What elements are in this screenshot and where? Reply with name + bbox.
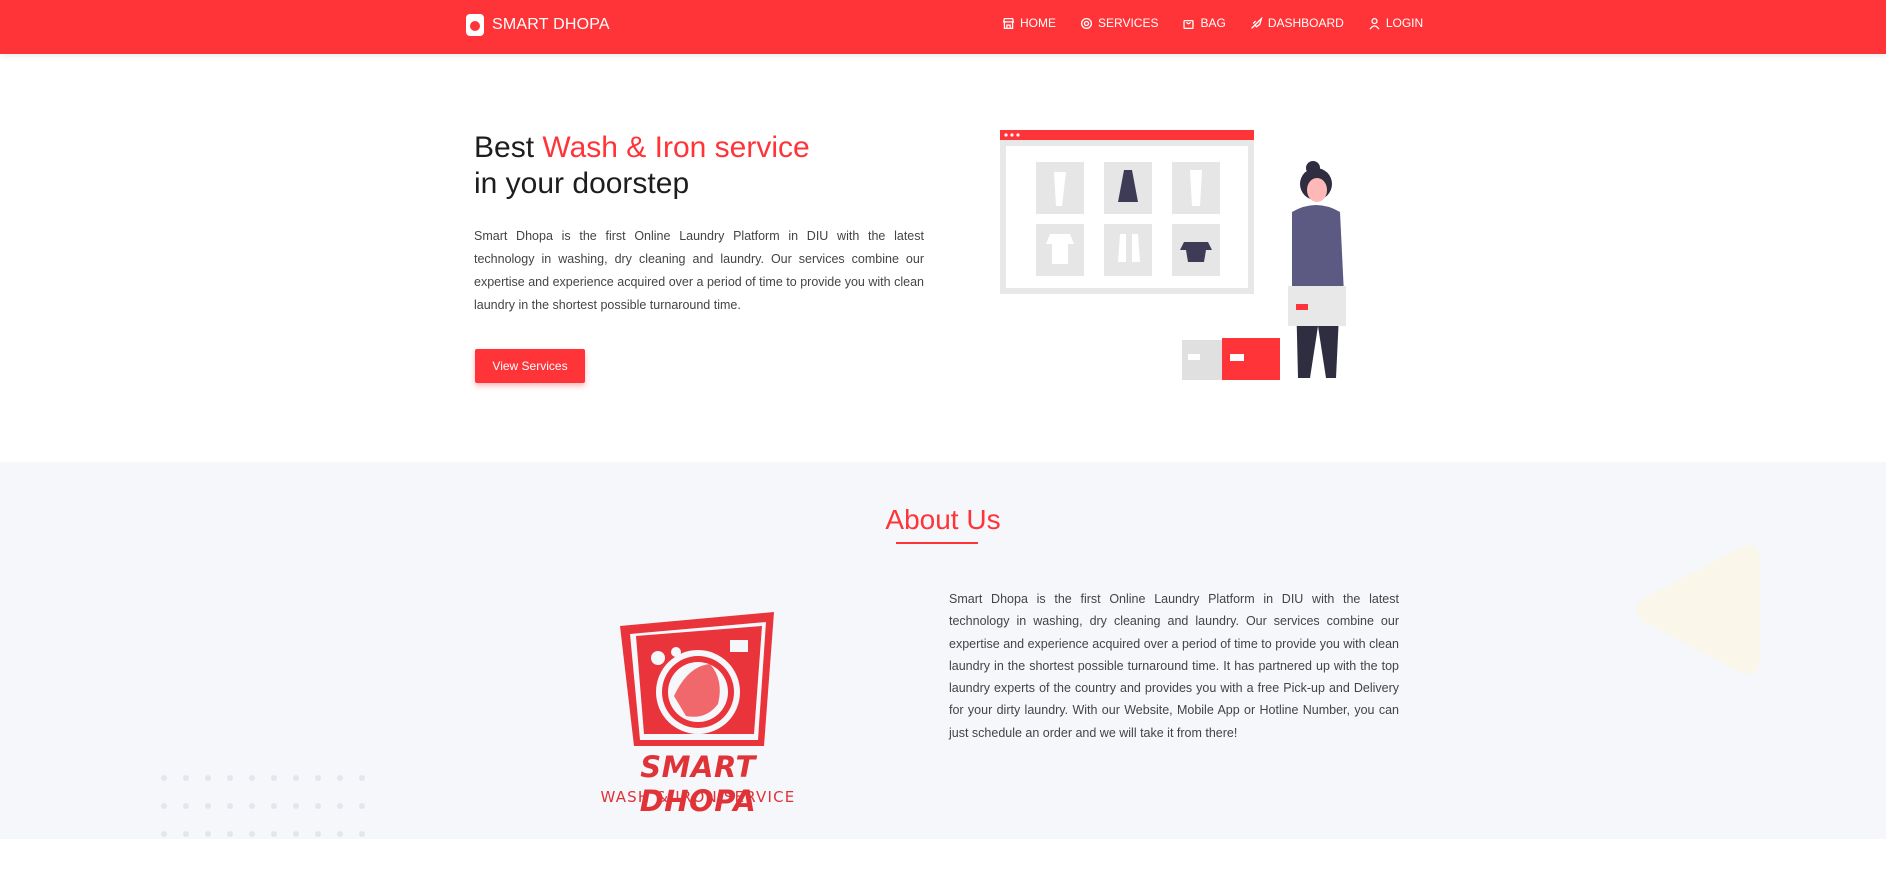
nav-label-login: LOGIN xyxy=(1385,16,1424,30)
about-title: About Us xyxy=(885,504,1001,535)
about-title-underline xyxy=(896,542,978,544)
hero-title-prefix: Best xyxy=(474,131,543,164)
nav-item-login[interactable]: LOGIN xyxy=(1368,16,1423,30)
hero-description: Smart Dhopa is the first Online Laundry … xyxy=(474,229,924,312)
view-services-button[interactable]: View Services xyxy=(475,349,585,383)
triangle-decoration xyxy=(1636,545,1760,675)
nav-item-home[interactable]: HOME xyxy=(1002,16,1056,30)
hero-illustration xyxy=(1000,130,1346,380)
nav-label-dashboard: DASHBOARD xyxy=(1267,16,1344,30)
about-section: About Us SMART DHOPA WASH & IRON SERVICE… xyxy=(0,462,1886,839)
nav-item-bag[interactable]: BAG xyxy=(1182,16,1226,30)
rocket-icon xyxy=(1250,16,1263,29)
bag-icon xyxy=(1183,19,1195,29)
hero-title-line2: in your doorstep xyxy=(474,167,690,200)
nav-label-bag: BAG xyxy=(1200,16,1226,30)
hero-title-accent: Wash & Iron service xyxy=(542,131,810,164)
hero-title: Best Wash & Iron service in your doorste… xyxy=(474,130,810,202)
about-description: Smart Dhopa is the first Online Laundry … xyxy=(949,592,1399,740)
gear-icon xyxy=(1080,17,1093,29)
logo-tagline: WASH & IRON SERVICE xyxy=(600,788,796,806)
nav-item-services[interactable]: SERVICES xyxy=(1080,16,1158,30)
brand-name: SMART DHOPA xyxy=(492,16,610,33)
washing-machine-icon xyxy=(466,14,484,36)
nav-label-services: SERVICES xyxy=(1098,16,1159,30)
user-icon xyxy=(1369,17,1380,30)
nav-item-dashboard[interactable]: DASHBOARD xyxy=(1250,16,1344,30)
nav-menu: HOME SERVICES BAG DASHBOARD LOGIN xyxy=(1002,16,1423,30)
logo-name: SMART DHOPA xyxy=(639,750,757,818)
store-icon xyxy=(1002,17,1015,29)
nav-label-home: HOME xyxy=(1020,16,1056,30)
navbar: SMART DHOPA HOME SERVICES BAG DASHBOARD … xyxy=(0,0,1886,54)
dots-decoration xyxy=(161,775,365,837)
brand-link[interactable]: SMART DHOPA xyxy=(466,14,610,36)
